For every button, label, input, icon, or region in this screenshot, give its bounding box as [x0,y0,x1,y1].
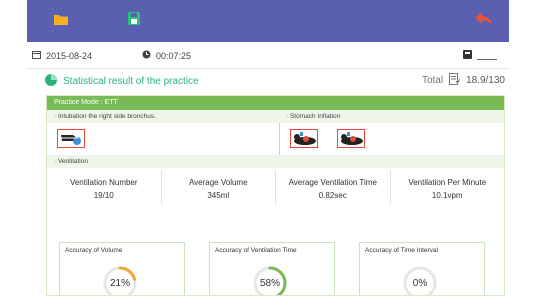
folder-icon[interactable] [54,12,68,25]
ventilation-section-header: · Ventilation [47,155,504,168]
stomach-inflation-icon-2 [337,129,365,148]
stomach-inflation-icon-1 [290,129,318,148]
ventilation-per-minute-value: 10.1vpm [431,191,463,200]
ventilation-title: · Ventilation [54,158,88,165]
stats-header: Statistical result of the practice Total… [45,72,505,90]
accuracy-ventilation-time-gauge: 58% [252,265,288,295]
average-volume-header: Average Volume [188,178,248,187]
average-ventilation-time-col: Average Ventilation Time 0.82sec [276,170,391,204]
top-toolbar [27,0,509,42]
accuracy-cards: Accuracy of Volume 21% Accuracy of Venti… [54,242,498,295]
ventilation-number-col: Ventilation Number 19/10 [47,170,162,204]
user-name-line [477,51,497,60]
save-icon[interactable] [128,12,140,25]
practice-mode-bar: Practice Mode : ETT [47,96,504,110]
info-bar: 2015-08-24 00:07:25 [27,42,509,69]
bronchus-intubation-icon [57,129,85,148]
average-volume-col: Average Volume 345ml [162,170,276,204]
accuracy-volume-card: Accuracy of Volume 21% [59,242,185,295]
total-score: Total 18.9/130 [422,73,505,88]
date-display: 2015-08-24 [32,50,92,61]
ventilation-table: Ventilation Number 19/10 Average Volume … [47,170,504,204]
stats-title: Statistical result of the practice [45,74,199,89]
accuracy-volume-label: Accuracy of Volume [65,247,123,254]
total-label: Total [421,75,444,86]
stomach-inflation-title: · Stomach Inflation [286,113,341,120]
back-arrow-icon[interactable] [475,12,493,26]
duration-display: 00:07:25 [142,50,191,61]
accuracy-ventilation-time-value: 58% [259,278,280,289]
ventilation-number-value: 19/10 [93,191,114,200]
average-volume-value: 345ml [207,191,230,200]
average-ventilation-time-header: Average Ventilation Time [288,178,377,187]
practice-result-panel: Practice Mode : ETT · Intubation the rig… [46,95,505,296]
user-card-icon [463,50,472,61]
checklist-icon [449,73,461,88]
date-text: 2015-08-24 [46,50,93,61]
pie-chart-icon [45,74,57,89]
right-bronchus-title: · Intubation the right side bronchus. [54,113,156,120]
user-field [463,50,497,61]
total-value: 18.9/130 [466,75,505,86]
errors-divider [279,123,280,155]
accuracy-ventilation-time-label: Accuracy of Ventilation Time [215,247,297,254]
ventilation-number-header: Ventilation Number [69,178,138,187]
stats-title-text: Statistical result of the practice [63,76,199,87]
ventilation-per-minute-col: Ventilation Per Minute 10.1vpm [391,170,505,204]
accuracy-time-interval-card: Accuracy of Time Interval 0% [359,242,485,295]
accuracy-volume-gauge: 21% [102,265,138,295]
average-ventilation-time-value: 0.82sec [318,191,347,200]
duration-text: 00:07:25 [156,50,192,61]
ventilation-per-minute-header: Ventilation Per Minute [408,178,487,187]
accuracy-time-interval-value: 0% [412,278,428,289]
calendar-icon [32,50,41,61]
errors-section-header: · Intubation the right side bronchus. · … [47,110,504,123]
accuracy-ventilation-time-card: Accuracy of Ventilation Time 58% [209,242,335,295]
accuracy-volume-value: 21% [109,278,130,289]
clock-icon [142,50,151,61]
accuracy-time-interval-gauge: 0% [402,265,438,295]
accuracy-time-interval-label: Accuracy of Time Interval [365,247,438,254]
errors-row [47,123,504,155]
